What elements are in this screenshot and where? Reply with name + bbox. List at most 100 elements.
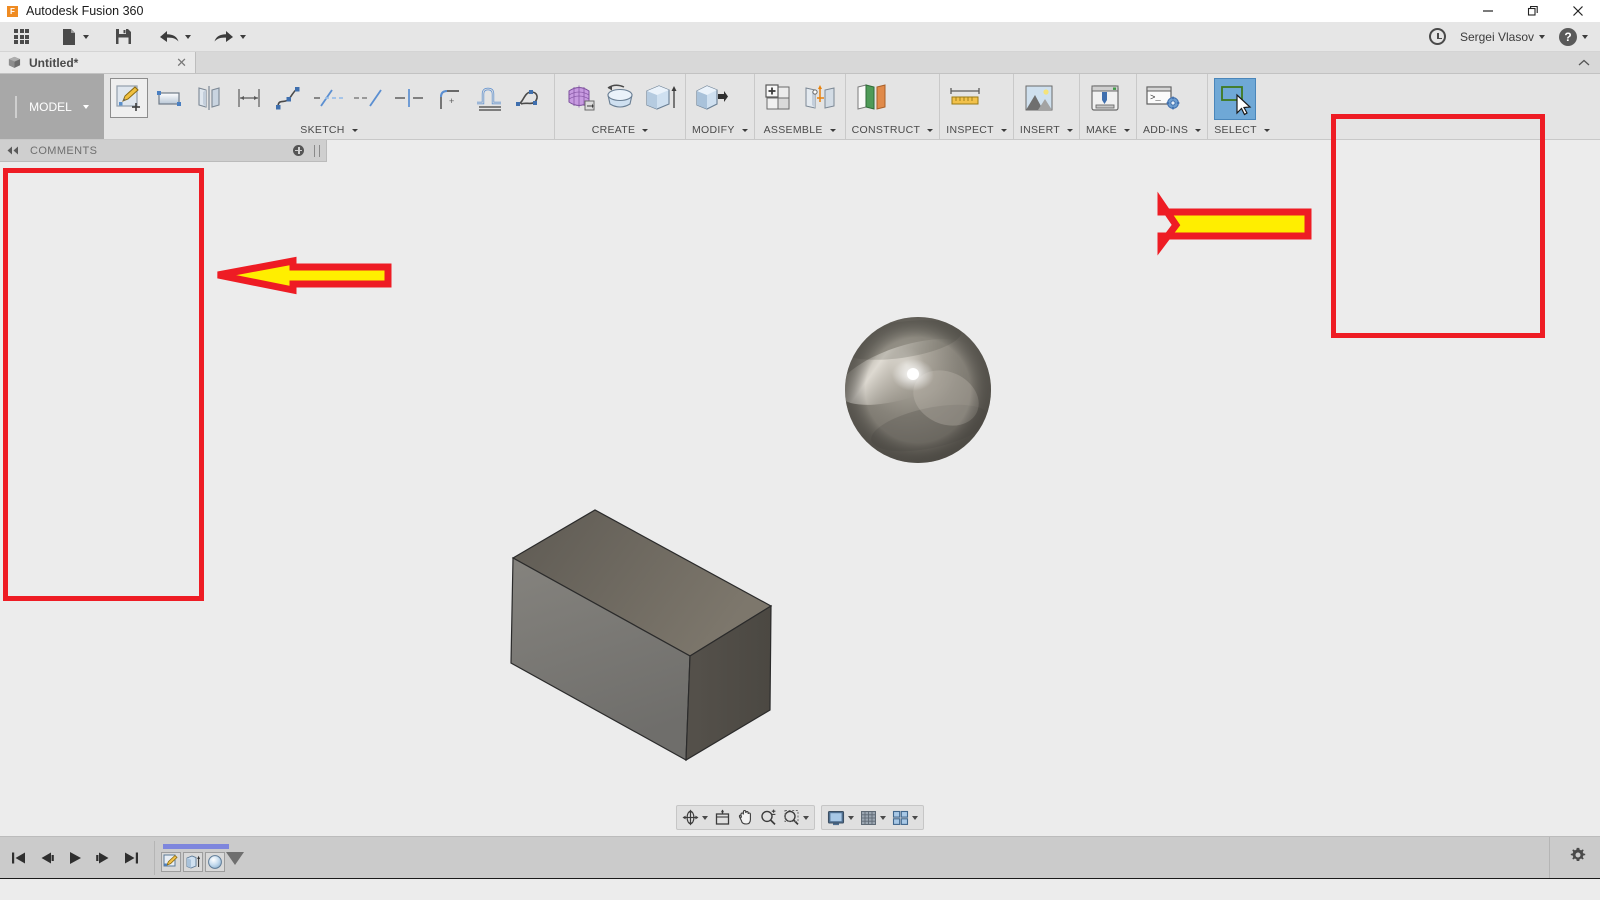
tool-press-pull[interactable] xyxy=(692,78,730,118)
timeline-feature-sketch[interactable] xyxy=(161,851,181,872)
tool-spline[interactable] xyxy=(270,78,308,118)
save-icon xyxy=(116,29,131,44)
tool-break[interactable] xyxy=(390,78,428,118)
tool-create-form[interactable] xyxy=(561,78,599,118)
tool-sketch-dimension[interactable] xyxy=(230,78,268,118)
panel-label-sketch[interactable]: SKETCH xyxy=(110,121,548,139)
tool-revolve[interactable] xyxy=(601,78,639,118)
design-canvas[interactable] xyxy=(0,140,1600,836)
panel-label-insert[interactable]: INSERT xyxy=(1020,121,1073,139)
chevron-down-icon xyxy=(741,128,748,132)
offset-plane-icon xyxy=(857,84,886,110)
timeline-end-marker[interactable] xyxy=(226,851,244,865)
new-document-button[interactable] xyxy=(55,22,95,52)
app-grid-button[interactable] xyxy=(8,22,35,52)
chevron-down-icon xyxy=(1067,128,1073,132)
spline-icon xyxy=(276,87,300,110)
chevron-down-icon xyxy=(702,815,708,820)
redo-button[interactable] xyxy=(207,22,252,52)
document-tab-untitled[interactable]: Untitled* ✕ xyxy=(0,52,196,73)
display-settings-button[interactable] xyxy=(824,806,857,829)
tool-3d-print[interactable] xyxy=(1086,78,1124,118)
tool-offset-plane[interactable] xyxy=(852,78,890,118)
chevron-down-icon xyxy=(1123,128,1130,132)
panel-label-construct[interactable]: CONSTRUCT xyxy=(852,121,934,139)
collapse-comments-icon[interactable] xyxy=(6,142,20,160)
canvas-3d-viewport[interactable] xyxy=(0,140,1600,836)
recent-activity-button[interactable] xyxy=(1423,22,1452,52)
skip-end-icon xyxy=(125,852,138,863)
orbit-icon xyxy=(682,809,699,826)
panel-label-inspect[interactable]: INSPECT xyxy=(946,121,1007,139)
panel-label-select[interactable]: SELECT xyxy=(1214,121,1270,139)
timeline-go-to-end-button[interactable] xyxy=(122,849,140,867)
add-comment-icon[interactable] xyxy=(293,145,304,156)
undo-button[interactable] xyxy=(152,22,197,52)
chevron-down-icon xyxy=(848,815,854,820)
printer-icon xyxy=(1091,85,1119,111)
maximize-button[interactable] xyxy=(1510,0,1555,22)
help-button[interactable]: ? xyxy=(1553,22,1594,52)
ribbon-expander-button[interactable] xyxy=(1568,52,1600,73)
chevron-down-icon xyxy=(1263,128,1270,132)
quick-access-right-cluster: Sergei Vlasov ? xyxy=(1423,22,1594,52)
timeline-feature-sphere[interactable] xyxy=(205,851,225,872)
tool-offset[interactable] xyxy=(470,78,508,118)
zoom-button[interactable] xyxy=(757,806,780,829)
tool-project[interactable] xyxy=(510,78,548,118)
timeline-track[interactable] xyxy=(154,840,244,875)
sphere-body[interactable] xyxy=(830,314,992,463)
grid-and-snaps-button[interactable] xyxy=(857,806,889,829)
timeline-play-button[interactable] xyxy=(66,849,84,867)
tool-select[interactable] xyxy=(1214,78,1257,120)
tool-joint[interactable] xyxy=(801,78,839,118)
viewports-button[interactable] xyxy=(889,806,921,829)
project-curve-icon xyxy=(516,90,538,106)
tool-sketch-fillet[interactable]: + xyxy=(430,78,468,118)
timeline-status-bar xyxy=(0,836,1600,879)
timeline-step-forward-button[interactable] xyxy=(94,849,112,867)
panel-label-make[interactable]: MAKE xyxy=(1086,121,1130,139)
timeline-step-back-button[interactable] xyxy=(38,849,56,867)
panel-label-addins[interactable]: ADD-INS xyxy=(1143,121,1202,139)
pan-button[interactable] xyxy=(734,806,757,829)
timeline-progress-bar[interactable] xyxy=(163,843,229,849)
workspace-switcher[interactable]: MODEL xyxy=(0,74,104,139)
tool-create-sketch[interactable] xyxy=(110,78,148,118)
tool-extend[interactable] xyxy=(350,78,388,118)
ribbon-panel-construct: CONSTRUCT xyxy=(844,74,940,139)
tool-measure[interactable] xyxy=(946,78,984,118)
tool-trim[interactable] xyxy=(310,78,348,118)
timeline-feature-extrude[interactable] xyxy=(183,851,203,872)
chevron-up-icon xyxy=(1578,59,1590,65)
title-bar: F Autodesk Fusion 360 xyxy=(0,0,1600,22)
panel-label-assemble[interactable]: ASSEMBLE xyxy=(761,121,839,139)
chevron-down-icon xyxy=(1195,128,1202,132)
tool-rectangle-sketch[interactable] xyxy=(150,78,188,118)
tool-extrude[interactable] xyxy=(641,78,679,118)
user-account-button[interactable]: Sergei Vlasov xyxy=(1454,22,1551,52)
panel-label-create[interactable]: CREATE xyxy=(561,121,679,139)
panel-label-text: CONSTRUCT xyxy=(851,124,921,136)
tool-new-component[interactable] xyxy=(761,78,799,118)
save-button[interactable] xyxy=(109,22,138,52)
timeline-go-to-beginning-button[interactable] xyxy=(10,849,28,867)
tool-mirror-sketch[interactable] xyxy=(190,78,228,118)
comments-panel-header[interactable]: COMMENTS xyxy=(0,140,327,162)
chevron-down-icon xyxy=(240,34,246,39)
orbit-button[interactable] xyxy=(679,806,711,829)
minimize-button[interactable] xyxy=(1465,0,1510,22)
tool-scripts-and-addins[interactable]: >_ xyxy=(1143,78,1181,118)
close-button[interactable] xyxy=(1555,0,1600,22)
look-at-button[interactable] xyxy=(711,806,734,829)
box-body[interactable] xyxy=(510,509,773,762)
ribbon-panel-modify: MODIFY xyxy=(685,74,754,139)
panel-label-modify[interactable]: MODIFY xyxy=(692,121,748,139)
settings-gear-button[interactable] xyxy=(1570,847,1586,868)
resize-grip-icon[interactable] xyxy=(314,144,320,157)
close-icon[interactable]: ✕ xyxy=(176,55,187,71)
tool-insert-canvas[interactable] xyxy=(1020,78,1058,118)
workspace-label: MODEL xyxy=(29,99,72,114)
zoom-window-button[interactable] xyxy=(780,806,812,829)
timeline-playback-controls xyxy=(0,849,140,867)
